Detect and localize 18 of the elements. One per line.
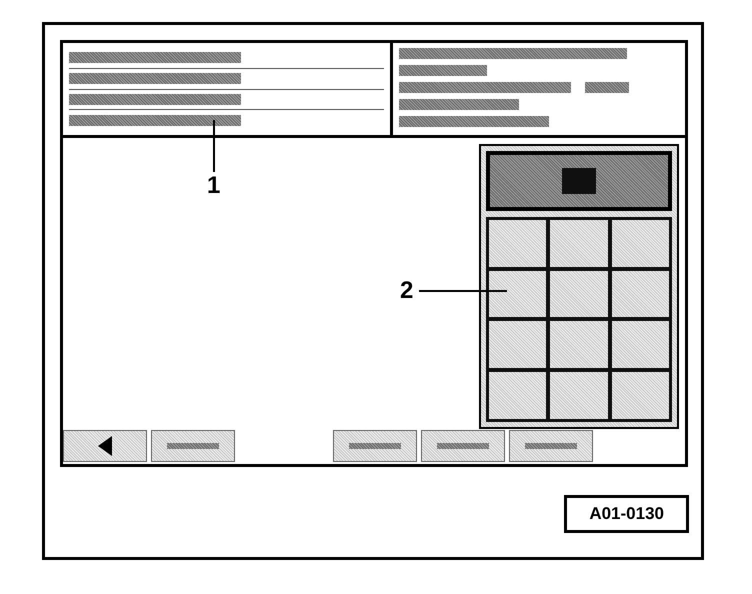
keypad-key[interactable] bbox=[612, 270, 669, 318]
keypad-key[interactable] bbox=[489, 270, 546, 318]
callout-number: 1 bbox=[207, 172, 220, 200]
blurred-text bbox=[585, 82, 629, 93]
back-button[interactable] bbox=[63, 430, 147, 462]
blurred-label bbox=[525, 443, 577, 449]
keypad-key[interactable] bbox=[550, 270, 608, 318]
screen-button[interactable] bbox=[333, 430, 417, 462]
figure-code: A01-0130 bbox=[564, 495, 689, 533]
arrow-left-icon bbox=[98, 436, 112, 456]
blurred-label bbox=[349, 443, 401, 449]
screen-button[interactable] bbox=[421, 430, 505, 462]
screen-button[interactable] bbox=[151, 430, 235, 462]
blurred-label bbox=[167, 443, 219, 449]
callout-number: 2 bbox=[400, 277, 414, 305]
dark-block-icon bbox=[562, 168, 596, 194]
blurred-label bbox=[437, 443, 489, 449]
screen-button[interactable] bbox=[509, 430, 593, 462]
